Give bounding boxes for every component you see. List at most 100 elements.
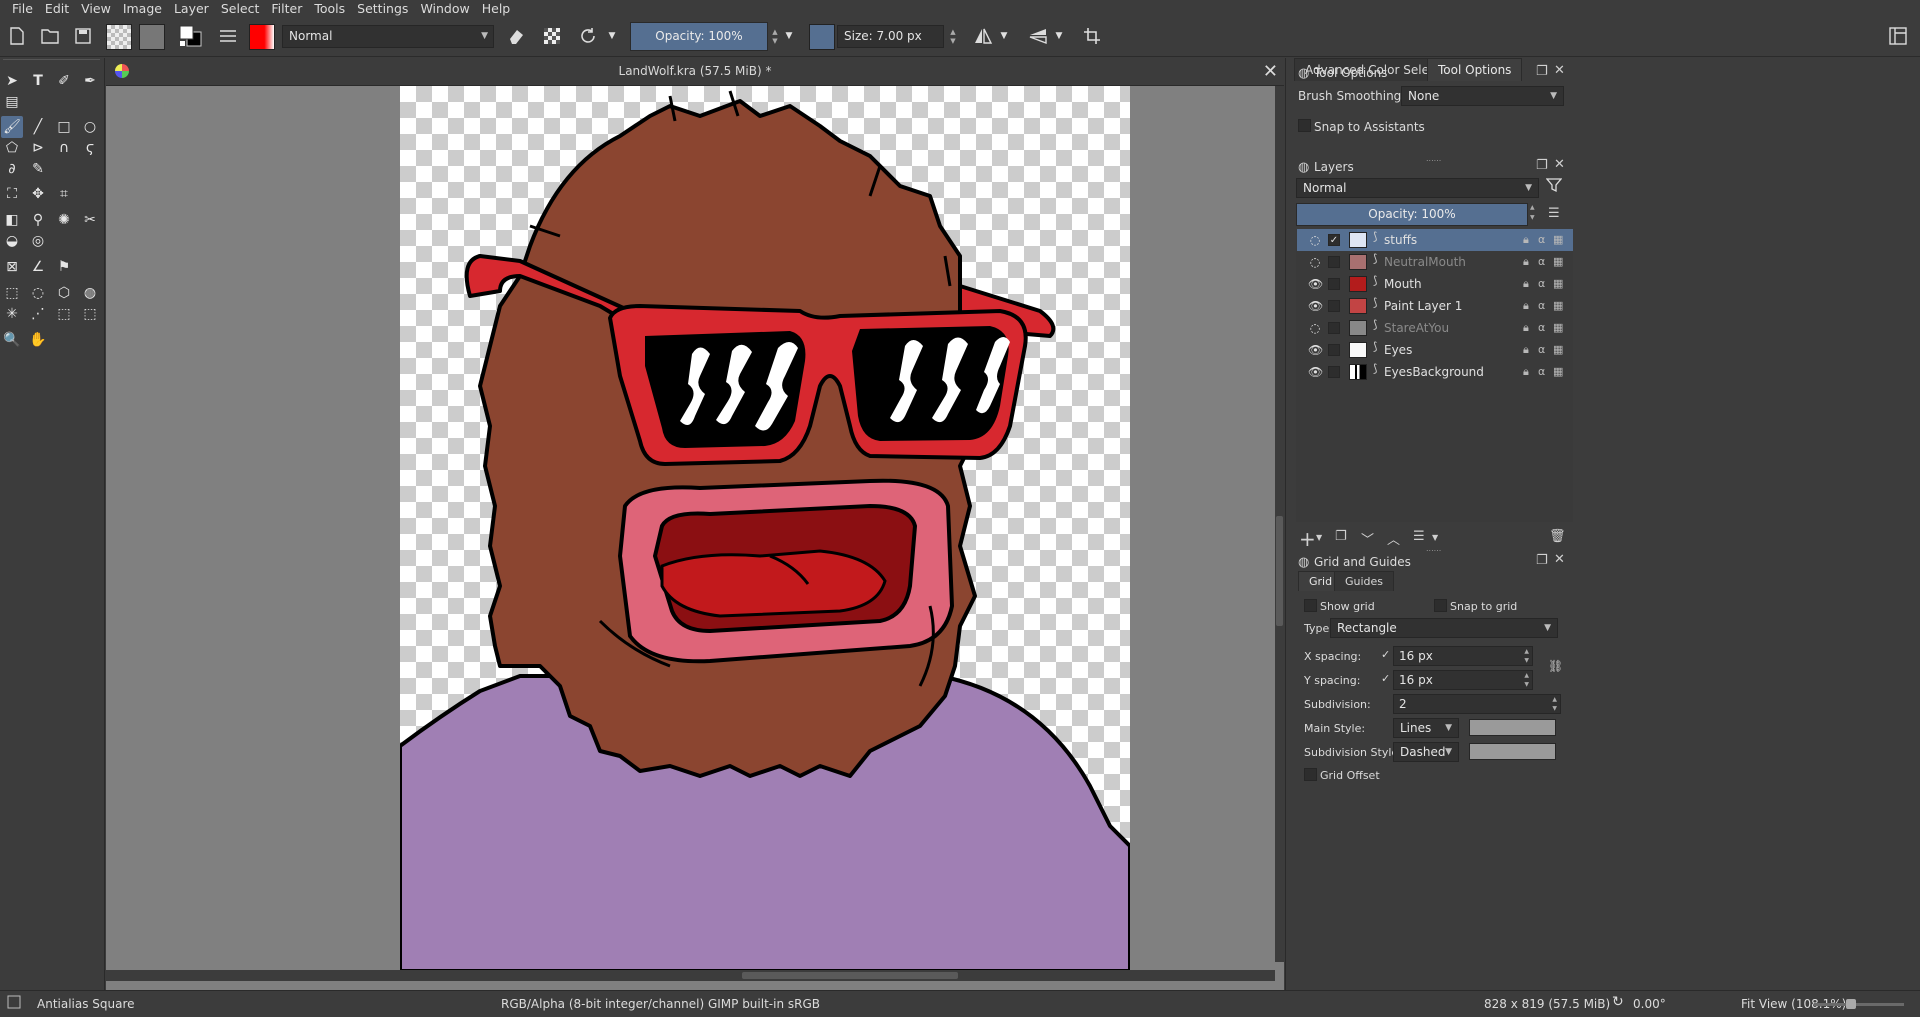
zoom-slider-handle[interactable] [1846, 999, 1856, 1009]
mirror-vertical-icon[interactable] [1027, 25, 1049, 47]
chevron-down-icon[interactable]: ▼ [1432, 533, 1438, 542]
lock-icon[interactable]: 🔒︎ [1523, 233, 1529, 247]
chevron-down-icon[interactable]: ▼ [606, 25, 618, 47]
layer-name[interactable]: Eyes [1384, 343, 1412, 357]
alpha-lock-icon[interactable]: α [1538, 277, 1545, 290]
layer-select-checkbox[interactable] [1328, 300, 1340, 312]
snap-to-assistants-checkbox[interactable] [1298, 119, 1311, 132]
float-panel-icon[interactable]: ❐ [1536, 158, 1548, 173]
size-preset-swatch[interactable] [809, 24, 835, 50]
menu-edit[interactable]: Edit [39, 0, 75, 17]
fg-bg-color-icon[interactable] [176, 25, 206, 47]
move-tool-icon[interactable]: ✥ [27, 183, 49, 205]
snap-to-grid-checkbox[interactable] [1434, 599, 1447, 612]
menu-view[interactable]: View [75, 0, 117, 17]
menu-filter[interactable]: Filter [265, 0, 308, 17]
layer-select-checkbox[interactable] [1328, 322, 1340, 334]
save-icon[interactable] [72, 25, 94, 47]
lock-icon[interactable]: 🔒︎ [1523, 277, 1529, 291]
filter-icon[interactable] [1545, 177, 1563, 197]
layer-row-eyes[interactable]: 👁︎ ⟆ Eyes 🔒︎ α ▦ [1297, 339, 1573, 361]
layer-select-checkbox[interactable] [1328, 366, 1340, 378]
horizontal-scroll-thumb[interactable] [742, 972, 958, 979]
eye-icon[interactable]: 👁︎ [1308, 365, 1323, 379]
main-color-button[interactable] [1469, 719, 1556, 736]
bezier-tool-icon[interactable]: ∩ [53, 137, 75, 159]
layer-row-eyesbackground[interactable]: 👁︎ ⟆ EyesBackground 🔒︎ α ▦ [1297, 361, 1573, 383]
color-picker-tool-icon[interactable]: ⚲ [27, 209, 49, 231]
magnetic-selection-tool-icon[interactable]: ⬚ [79, 303, 101, 325]
vertical-scrollbar[interactable] [1275, 86, 1284, 962]
layer-blend-mode-select[interactable]: Normal ▼ [1296, 178, 1539, 198]
eraser-mode-icon[interactable] [505, 25, 527, 47]
assistant-tool-icon[interactable]: ⊠ [1, 256, 23, 278]
lock-icon[interactable]: 🔒︎ [1523, 321, 1529, 335]
layer-select-checkbox[interactable] [1328, 278, 1340, 290]
polygonal-selection-tool-icon[interactable]: ⬡ [53, 282, 75, 304]
x-spacing-input[interactable]: 16 px ▲ ▼ [1393, 646, 1533, 666]
layer-properties-icon[interactable]: ☰ [1413, 529, 1425, 544]
layer-row-paint-layer-1[interactable]: 👁︎ ⟆ Paint Layer 1 🔒︎ α ▦ [1297, 295, 1573, 317]
brush-settings-icon[interactable] [217, 25, 239, 47]
layer-row-neutralmouth[interactable]: ◌ ⟆ NeutralMouth 🔒︎ α ▦ [1297, 251, 1573, 273]
size-spin-arrows[interactable]: ▲ ▼ [948, 22, 958, 51]
mirror-horizontal-icon[interactable] [972, 25, 994, 47]
splitter-handle[interactable]: ...... [1426, 544, 1441, 553]
main-style-select[interactable]: Lines ▼ [1393, 718, 1459, 738]
layer-name[interactable]: NeutralMouth [1384, 255, 1466, 269]
visibility-off-icon[interactable]: ◌ [1308, 321, 1322, 335]
subdivision-input[interactable]: 2 ▲ ▼ [1393, 694, 1561, 714]
menu-image[interactable]: Image [117, 0, 168, 17]
measure-tool-icon[interactable]: ∠ [27, 256, 49, 278]
transform-tool-icon[interactable]: ⛶ [1, 183, 23, 205]
add-layer-icon[interactable]: + [1299, 527, 1316, 551]
y-spacing-input[interactable]: 16 px ▲ ▼ [1393, 670, 1533, 690]
eye-icon[interactable]: 👁︎ [1308, 343, 1323, 357]
reference-images-tool-icon[interactable]: ⚑ [53, 256, 75, 278]
opacity-slider[interactable]: Opacity: 100% [630, 22, 768, 51]
subdivision-color-button[interactable] [1469, 743, 1556, 760]
reload-preset-icon[interactable] [577, 25, 599, 47]
gradient-tool-icon[interactable]: ◧ [1, 209, 23, 231]
horizontal-scrollbar[interactable] [106, 970, 1275, 981]
inherit-alpha-icon[interactable]: ▦ [1553, 299, 1563, 312]
dynamic-brush-tool-icon[interactable]: ∂ [1, 158, 23, 180]
freehand-selection-tool-icon[interactable]: ◍ [79, 282, 101, 304]
close-panel-icon[interactable]: ✕ [1554, 552, 1565, 567]
lock-icon[interactable]: 🔒︎ [1523, 299, 1529, 313]
subdivision-style-select[interactable]: Dashed ▼ [1393, 742, 1459, 762]
polyline-tool-icon[interactable]: ⊳ [27, 137, 49, 159]
float-panel-icon[interactable]: ❐ [1536, 64, 1548, 79]
inherit-alpha-icon[interactable]: ▦ [1553, 321, 1563, 334]
alpha-lock-icon[interactable]: α [1538, 299, 1545, 312]
rectangle-tool-icon[interactable]: □ [53, 116, 75, 138]
crop-tool-icon[interactable]: ⌗ [53, 183, 75, 205]
inherit-alpha-icon[interactable]: ▦ [1553, 277, 1563, 290]
move-layer-up-icon[interactable]: ︿ [1387, 529, 1400, 548]
x-spacing-check-icon[interactable]: ✓ [1381, 648, 1390, 661]
new-document-icon[interactable] [6, 25, 28, 47]
grid-type-select[interactable]: Rectangle ▼ [1330, 618, 1558, 638]
colorize-mask-tool-icon[interactable]: ✺ [53, 209, 75, 231]
spin-arrows[interactable]: ▲ ▼ [1524, 671, 1529, 689]
y-spacing-check-icon[interactable]: ✓ [1381, 672, 1390, 685]
alpha-lock-icon[interactable]: α [1538, 321, 1545, 334]
inherit-alpha-icon[interactable]: ▦ [1553, 343, 1563, 356]
layer-opacity-spin[interactable]: ▲ ▼ [1530, 203, 1535, 223]
pattern-preset-swatch[interactable] [139, 24, 165, 50]
splitter-handle[interactable]: ...... [1426, 154, 1441, 163]
canvas-viewport[interactable] [106, 86, 1275, 993]
current-color-swatch[interactable] [249, 24, 275, 50]
layer-name[interactable]: Mouth [1384, 277, 1422, 291]
pan-tool-icon[interactable]: ✋ [27, 329, 49, 351]
size-slider[interactable]: Size: 7.00 px [837, 25, 944, 48]
menu-tools[interactable]: Tools [308, 0, 351, 17]
chevron-down-icon[interactable]: ▼ [1316, 533, 1322, 542]
eye-icon[interactable]: 👁︎ [1308, 277, 1323, 291]
blend-mode-select[interactable]: Normal ▼ [282, 25, 494, 48]
tab-guides[interactable]: Guides [1334, 571, 1395, 591]
visibility-off-icon[interactable]: ◌ [1308, 233, 1322, 247]
inherit-alpha-icon[interactable]: ▦ [1553, 365, 1563, 378]
fill-tool-icon[interactable]: ◒ [1, 230, 23, 252]
layer-name[interactable]: EyesBackground [1384, 365, 1484, 379]
